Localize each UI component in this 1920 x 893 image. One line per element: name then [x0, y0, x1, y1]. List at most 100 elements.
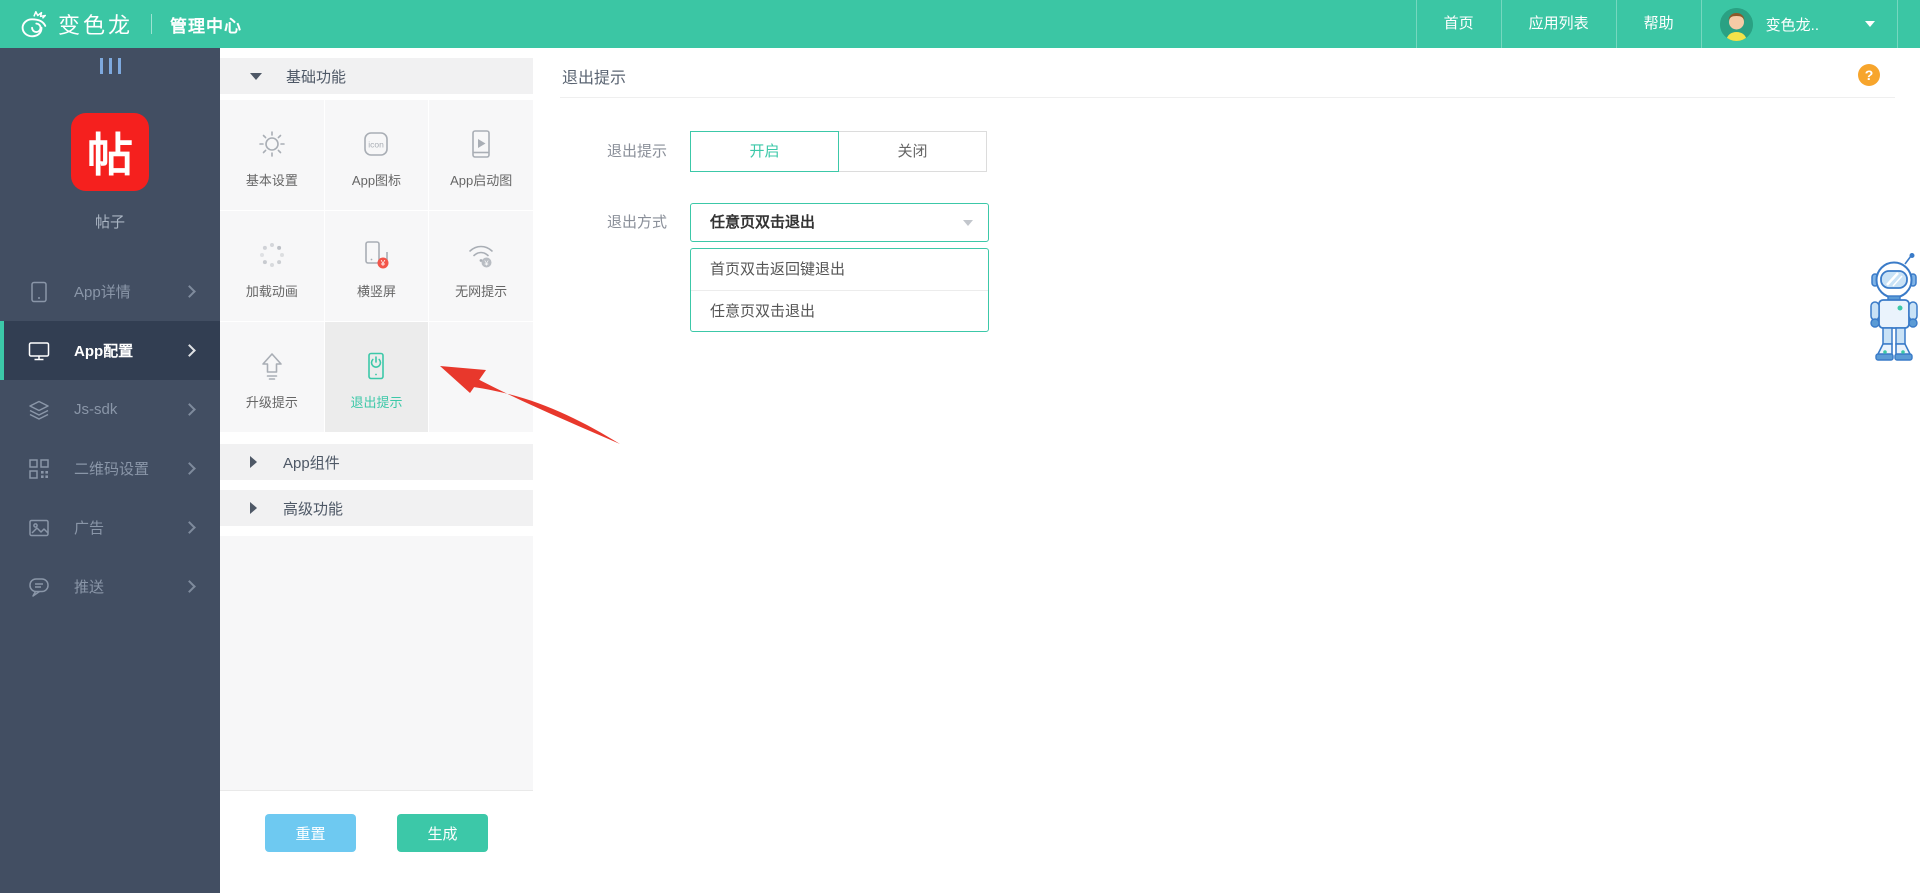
app-logo-char: 帖: [87, 129, 133, 181]
username: 变色龙..: [1765, 16, 1819, 34]
image-icon: [29, 519, 49, 536]
app-logo[interactable]: 帖: [71, 113, 149, 191]
user-menu[interactable]: 变色龙..: [1700, 0, 1898, 48]
chevron-right-icon: [183, 521, 196, 534]
grid-item-exit-prompt[interactable]: 退出提示: [324, 322, 429, 432]
exit-mode-row: 退出方式 任意页双击退出: [607, 203, 989, 242]
sidebar-item-label: 推送: [74, 579, 105, 596]
sidebar-item-js-sdk[interactable]: Js-sdk: [0, 380, 220, 439]
grid-item-orientation[interactable]: ¥ 横竖屏: [324, 211, 429, 321]
section-label: 基础功能: [286, 68, 347, 86]
reset-button[interactable]: 重置: [265, 814, 356, 852]
grid-item-label: 升级提示: [245, 395, 298, 410]
grid-item-app-icon[interactable]: icon App图标: [324, 100, 429, 210]
svg-text:icon: icon: [369, 140, 385, 150]
page-title: 退出提示: [562, 70, 627, 87]
sidebar-item-label: 二维码设置: [74, 461, 150, 478]
grid-item-loading-animation[interactable]: 加载动画: [220, 211, 324, 321]
orientation-icon: ¥: [359, 232, 393, 272]
nav-home[interactable]: 首页: [1415, 0, 1501, 48]
grid-item-label: 加载动画: [245, 284, 298, 299]
layers-icon: [29, 400, 49, 420]
grid-item-basic-settings[interactable]: 基本设置: [220, 100, 324, 210]
chevron-right-icon: [183, 285, 196, 298]
panel-footer: 重置 生成: [220, 790, 533, 893]
panel-filler: [220, 536, 533, 790]
qrcode-icon: [29, 458, 49, 479]
grid-item-label: 基本设置: [245, 173, 298, 188]
exit-power-icon: [359, 343, 393, 383]
no-network-icon: ¥: [464, 232, 498, 272]
topbar-divider: [151, 14, 153, 34]
tablet-icon: [31, 281, 47, 302]
toggle-off-button[interactable]: 关闭: [838, 131, 987, 172]
grid-item-label: App启动图: [450, 173, 513, 188]
collapse-menu-icon[interactable]: [0, 58, 220, 74]
avatar: [1719, 7, 1753, 41]
grid-item-upgrade-prompt[interactable]: 升级提示: [220, 322, 324, 432]
exit-mode-select[interactable]: 任意页双击退出: [690, 203, 989, 242]
sidebar: 帖 帖子 App详情 App配置 Js-sdk 二维码设置 广告 推送: [0, 48, 220, 893]
sidebar-menu: App详情 App配置 Js-sdk 二维码设置 广告 推送: [0, 262, 220, 616]
sidebar-item-label: Js-sdk: [74, 401, 118, 418]
chat-icon: [29, 577, 49, 597]
dropdown-option-any-page-double[interactable]: 任意页双击退出: [691, 290, 988, 331]
section-basic-functions[interactable]: 基础功能: [220, 58, 533, 94]
gear-icon: [255, 121, 289, 161]
nav-help[interactable]: 帮助: [1615, 0, 1701, 48]
exit-prompt-toggle: 开启 关闭: [690, 131, 987, 172]
sidebar-item-label: 广告: [74, 520, 105, 537]
sidebar-item-app-details[interactable]: App详情: [0, 262, 220, 321]
grid-item-label: 无网提示: [455, 284, 508, 299]
grid-item-no-network[interactable]: ¥ 无网提示: [429, 211, 533, 321]
exit-mode-dropdown: 首页双击返回键退出 任意页双击退出: [690, 248, 989, 332]
exit-prompt-label: 退出提示: [607, 143, 668, 160]
astronaut-mascot[interactable]: [1865, 252, 1920, 370]
splash-screen-icon: [464, 121, 498, 161]
grid-item-splash-screen[interactable]: App启动图: [429, 100, 533, 210]
help-icon[interactable]: ?: [1858, 64, 1880, 86]
topbar-title: 管理中心: [170, 16, 243, 36]
monitor-icon: [28, 341, 50, 360]
svg-text:¥: ¥: [380, 259, 386, 268]
sidebar-item-label: App配置: [74, 343, 134, 360]
triangle-right-icon: [250, 502, 257, 514]
function-grid: 基本设置 icon App图标 App启动图 加载动画 ¥ 横竖屏 ¥ 无网提示…: [220, 100, 533, 432]
section-label: App组件: [283, 454, 340, 472]
sidebar-item-app-config[interactable]: App配置: [0, 321, 220, 380]
exit-prompt-row: 退出提示 开启 关闭: [607, 131, 987, 172]
dropdown-option-home-double-back[interactable]: 首页双击返回键退出: [691, 249, 988, 290]
topbar: 变色龙 管理中心 首页 应用列表 帮助 变色龙..: [0, 0, 1920, 48]
chevron-down-icon: [1865, 21, 1875, 27]
function-panel: 基础功能 基本设置 icon App图标 App启动图 加载动画 ¥ 横竖屏 ¥…: [220, 48, 533, 893]
sidebar-item-label: App详情: [74, 284, 131, 301]
title-divider: [560, 97, 1895, 98]
exit-mode-label: 退出方式: [607, 214, 668, 231]
generate-button[interactable]: 生成: [397, 814, 488, 852]
chevron-down-icon: [963, 220, 973, 226]
grid-item-label: App图标: [351, 173, 402, 188]
chevron-right-icon: [183, 462, 196, 475]
sidebar-item-qrcode-settings[interactable]: 二维码设置: [0, 439, 220, 498]
brand[interactable]: 变色龙: [0, 7, 133, 41]
logo-text: 变色龙: [58, 13, 134, 38]
chevron-right-icon: [183, 580, 196, 593]
section-advanced-functions[interactable]: 高级功能: [220, 490, 533, 526]
triangle-right-icon: [250, 456, 257, 468]
main-content: 退出提示 ? 退出提示 开启 关闭 退出方式 任意页双击退出 首页双击返回键退出…: [533, 48, 1920, 893]
sidebar-item-push[interactable]: 推送: [0, 557, 220, 616]
toggle-on-button[interactable]: 开启: [690, 131, 839, 172]
chevron-right-icon: [183, 344, 196, 357]
grid-item-label: 横竖屏: [356, 284, 396, 299]
section-app-components[interactable]: App组件: [220, 444, 533, 480]
grid-item-label: 退出提示: [350, 395, 403, 410]
sidebar-item-ads[interactable]: 广告: [0, 498, 220, 557]
upgrade-arrow-icon: [255, 343, 289, 383]
nav-app-list[interactable]: 应用列表: [1500, 0, 1616, 48]
app-icon-placeholder: icon: [359, 121, 393, 161]
chevron-right-icon: [183, 403, 196, 416]
paid-badge: ¥: [377, 257, 389, 269]
exit-mode-value: 任意页双击退出: [710, 214, 816, 231]
app-name: 帖子: [94, 214, 125, 231]
